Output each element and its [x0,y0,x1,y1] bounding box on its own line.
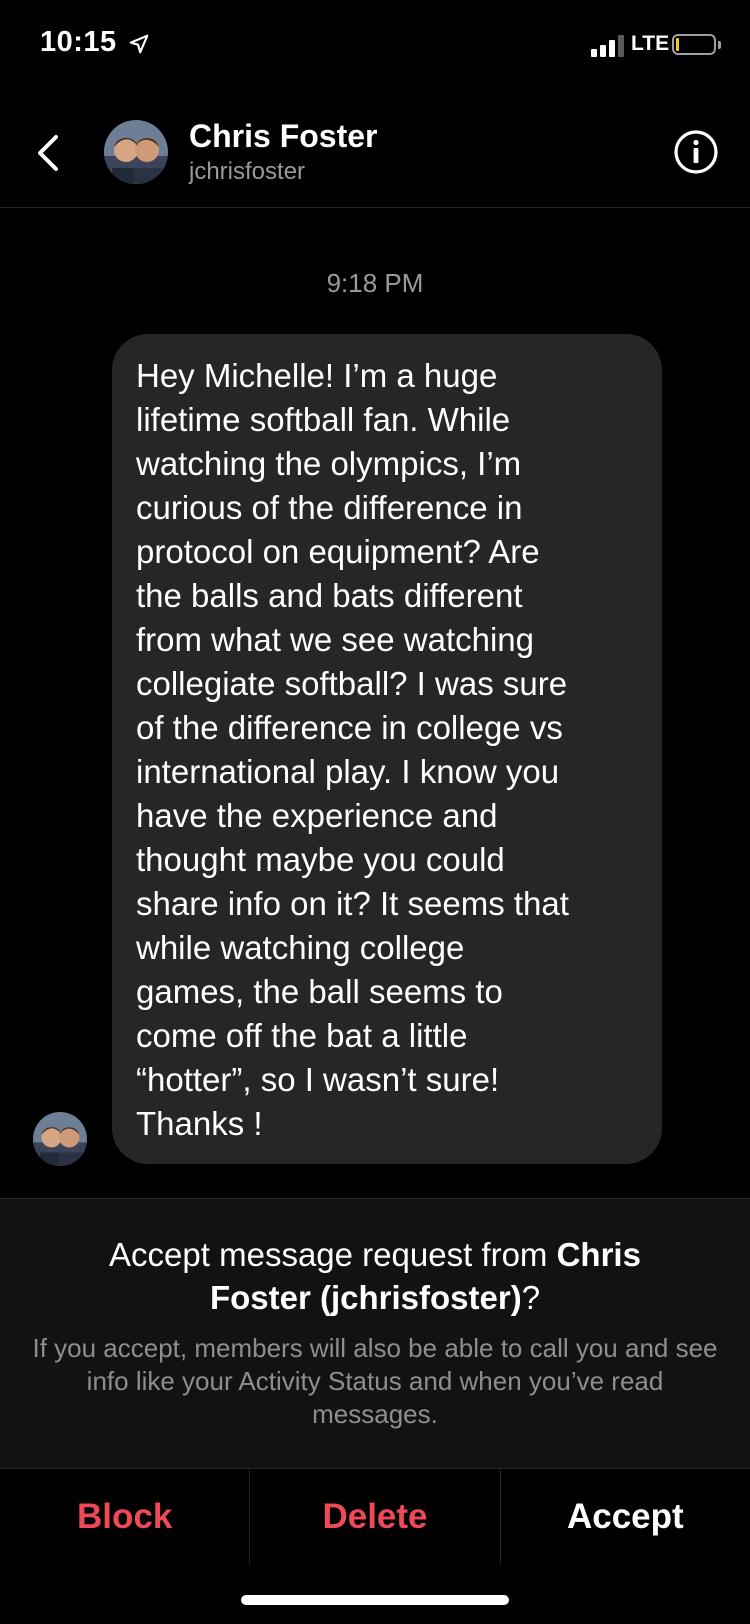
signal-icon [591,35,625,57]
request-title: Accept message request from Chris Foster… [0,1233,750,1319]
avatar-photo-icon [33,1112,87,1166]
avatar-photo-icon [104,120,168,184]
message-request-panel: Accept message request from Chris Foster… [0,1198,750,1468]
message-bubble[interactable]: Hey Michelle! I’m a huge lifetime softba… [112,334,662,1164]
location-arrow-icon [129,34,149,54]
delete-button[interactable]: Delete [249,1469,499,1564]
request-description: If you accept, members will also be able… [32,1333,718,1429]
request-action-bar: Block Delete Accept [0,1468,750,1564]
message-text: Hey Michelle! I’m a huge lifetime softba… [136,357,569,1142]
status-time: 10:15 [40,26,117,58]
screen: 10:15 LTE Chris Foster jchrisfoster 9:18… [0,0,750,1624]
message-timestamp: 9:18 PM [326,268,424,298]
conversation-header: Chris Foster jchrisfoster [0,100,750,208]
home-indicator[interactable] [241,1595,509,1605]
header-avatar[interactable] [104,120,168,184]
status-bar: 10:15 LTE [0,0,750,90]
accept-button[interactable]: Accept [499,1469,750,1564]
back-chevron-icon[interactable] [30,128,70,178]
sender-avatar[interactable] [33,1112,87,1166]
battery-icon [672,34,721,55]
info-icon[interactable] [672,128,720,176]
contact-name[interactable]: Chris Foster [189,118,377,155]
block-button[interactable]: Block [0,1469,249,1564]
request-title-suffix: ? [521,1279,541,1316]
request-title-prefix: Accept message request from [109,1236,557,1273]
network-label: LTE [631,32,670,55]
contact-username[interactable]: jchrisfoster [189,158,305,186]
